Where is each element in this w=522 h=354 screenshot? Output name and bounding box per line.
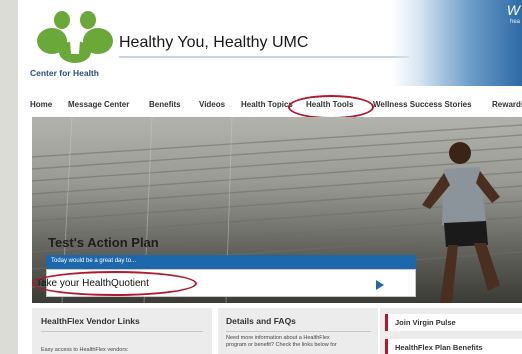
vendor-links-title: HealthFlex Vendor Links bbox=[41, 316, 140, 326]
logo-text: Center for Health bbox=[30, 68, 99, 78]
healthflex-plan-benefits-label: HealthFlex Plan Benefits bbox=[395, 343, 483, 352]
play-arrow-icon[interactable] bbox=[376, 280, 384, 290]
healthflex-plan-benefits-link[interactable]: HealthFlex Plan Benefits bbox=[385, 339, 522, 354]
action-plan-title: Test's Action Plan bbox=[48, 235, 159, 250]
header-divider bbox=[119, 56, 409, 58]
details-faqs-title: Details and FAQs bbox=[226, 316, 296, 326]
details-faqs-panel: Details and FAQs Need more information a… bbox=[218, 308, 378, 354]
join-virgin-pulse-label: Join Virgin Pulse bbox=[395, 318, 456, 327]
main-nav: Home Message Center Benefits Videos Heal… bbox=[18, 96, 522, 114]
page: Center for Health Healthy You, Healthy U… bbox=[18, 0, 522, 354]
nav-item-home[interactable]: Home bbox=[30, 100, 52, 109]
center-for-health-logo[interactable] bbox=[32, 8, 122, 66]
join-virgin-pulse-link[interactable]: Join Virgin Pulse bbox=[385, 314, 522, 331]
panel-divider bbox=[41, 331, 203, 332]
nav-item-rewards[interactable]: Rewards bbox=[492, 100, 522, 109]
nav-item-benefits[interactable]: Benefits bbox=[149, 100, 181, 109]
banner-text: W bbox=[506, 2, 520, 18]
vendor-links-text: Easy access to HealthFlex vendors: bbox=[41, 347, 129, 353]
banner-subtext: hea bbox=[509, 19, 520, 25]
action-plan-subtitle-bar: Today would be a great day to... bbox=[46, 255, 416, 269]
nav-item-message-center[interactable]: Message Center bbox=[68, 100, 129, 109]
health-tools-highlight-circle bbox=[288, 95, 374, 119]
panel-divider bbox=[226, 331, 371, 332]
vendor-links-panel: HealthFlex Vendor Links Easy access to H… bbox=[32, 308, 212, 354]
nav-item-videos[interactable]: Videos bbox=[199, 100, 225, 109]
details-faqs-text-line2: program or benefit? Check the links belo… bbox=[226, 342, 337, 348]
site-title: Healthy You, Healthy UMC bbox=[119, 34, 309, 51]
runner-image bbox=[422, 142, 500, 303]
action-plan-subtitle: Today would be a great day to... bbox=[51, 258, 137, 264]
nav-item-health-topics[interactable]: Health Topics bbox=[241, 100, 293, 109]
header-banner: W hea bbox=[392, 0, 522, 86]
details-faqs-text-line1: Need more information about a HealthFlex bbox=[226, 335, 330, 341]
nav-item-wellness-success-stories[interactable]: Wellness Success Stories bbox=[373, 100, 472, 109]
healthquotient-highlight-circle bbox=[32, 271, 197, 296]
